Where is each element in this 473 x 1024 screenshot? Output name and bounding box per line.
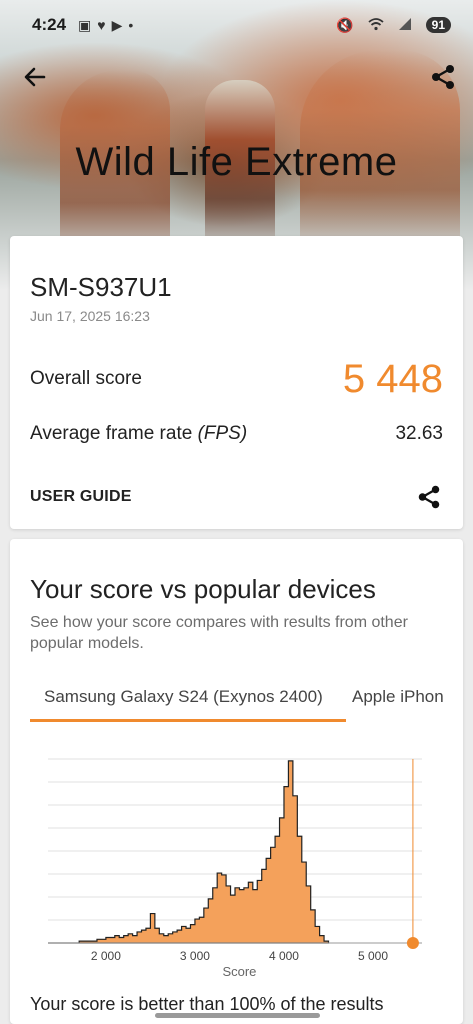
x-axis-title: Score xyxy=(222,964,256,979)
tab-apple-iphone[interactable]: Apple iPhon xyxy=(352,687,444,707)
x-tick-label: 3 000 xyxy=(180,949,210,963)
heart-icon: ♥ xyxy=(97,17,106,33)
device-name: SM-S937U1 xyxy=(30,272,172,302)
tab-samsung-galaxy-s24[interactable]: Samsung Galaxy S24 (Exynos 2400) xyxy=(44,687,323,707)
x-tick-label: 4 000 xyxy=(269,949,299,963)
fps-row: Average frame rate (FPS) 32.63 xyxy=(30,422,443,446)
user-guide-link[interactable]: USER GUIDE xyxy=(30,488,132,506)
overall-score-label: Overall score xyxy=(30,368,142,389)
dot-icon: • xyxy=(128,17,134,33)
fps-label-text: Average frame rate xyxy=(30,423,193,444)
active-tab-indicator xyxy=(30,719,346,722)
back-button[interactable] xyxy=(20,62,50,92)
fps-unit: (FPS) xyxy=(197,423,248,444)
youtube-icon: ▶ xyxy=(111,16,123,33)
compare-title: Your score vs popular devices xyxy=(30,574,376,604)
page-title: Wild Life Extreme xyxy=(75,140,398,184)
screenshot-icon: ▣ xyxy=(78,16,92,33)
overall-score-row: Overall score 5 448 xyxy=(30,356,443,402)
histogram-svg: 2 000 3 000 4 000 5 000 Score xyxy=(48,758,422,979)
wifi-icon xyxy=(368,17,384,34)
score-percentile-text: Your score is better than 100% of the re… xyxy=(30,994,384,1014)
fps-value: 32.63 xyxy=(395,423,443,444)
share-icon xyxy=(418,485,440,509)
share-icon xyxy=(432,65,454,89)
back-arrow-icon xyxy=(24,67,46,87)
score-histogram: 2 000 3 000 4 000 5 000 Score xyxy=(10,739,463,989)
user-guide-row: USER GUIDE xyxy=(30,482,443,512)
signal-icon xyxy=(398,17,412,34)
overall-score-value: 5 448 xyxy=(342,356,443,401)
x-tick-label: 2 000 xyxy=(91,949,121,963)
device-tabs: Samsung Galaxy S24 (Exynos 2400) Apple i… xyxy=(30,679,463,723)
status-bar: 4:24 ▣ ♥ ▶ • 🔇 91 xyxy=(0,0,473,50)
gesture-nav-bar[interactable] xyxy=(155,1013,320,1018)
histogram-area xyxy=(48,760,330,944)
x-tick-label: 5 000 xyxy=(358,949,388,963)
compare-subtitle: See how your score compares with results… xyxy=(30,614,408,652)
mute-icon: 🔇 xyxy=(336,16,354,33)
your-score-marker xyxy=(406,937,419,949)
fps-label: Average frame rate (FPS) xyxy=(30,423,247,445)
share-result-button[interactable] xyxy=(415,483,443,511)
result-date: Jun 17, 2025 16:23 xyxy=(30,308,150,324)
status-time: 4:24 xyxy=(32,15,67,34)
result-card: SM-S937U1 Jun 17, 2025 16:23 Overall sco… xyxy=(10,236,463,529)
share-button-top[interactable] xyxy=(428,62,458,92)
battery-indicator: 91 xyxy=(425,17,451,33)
compare-card: Your score vs popular devices See how yo… xyxy=(10,539,463,1024)
